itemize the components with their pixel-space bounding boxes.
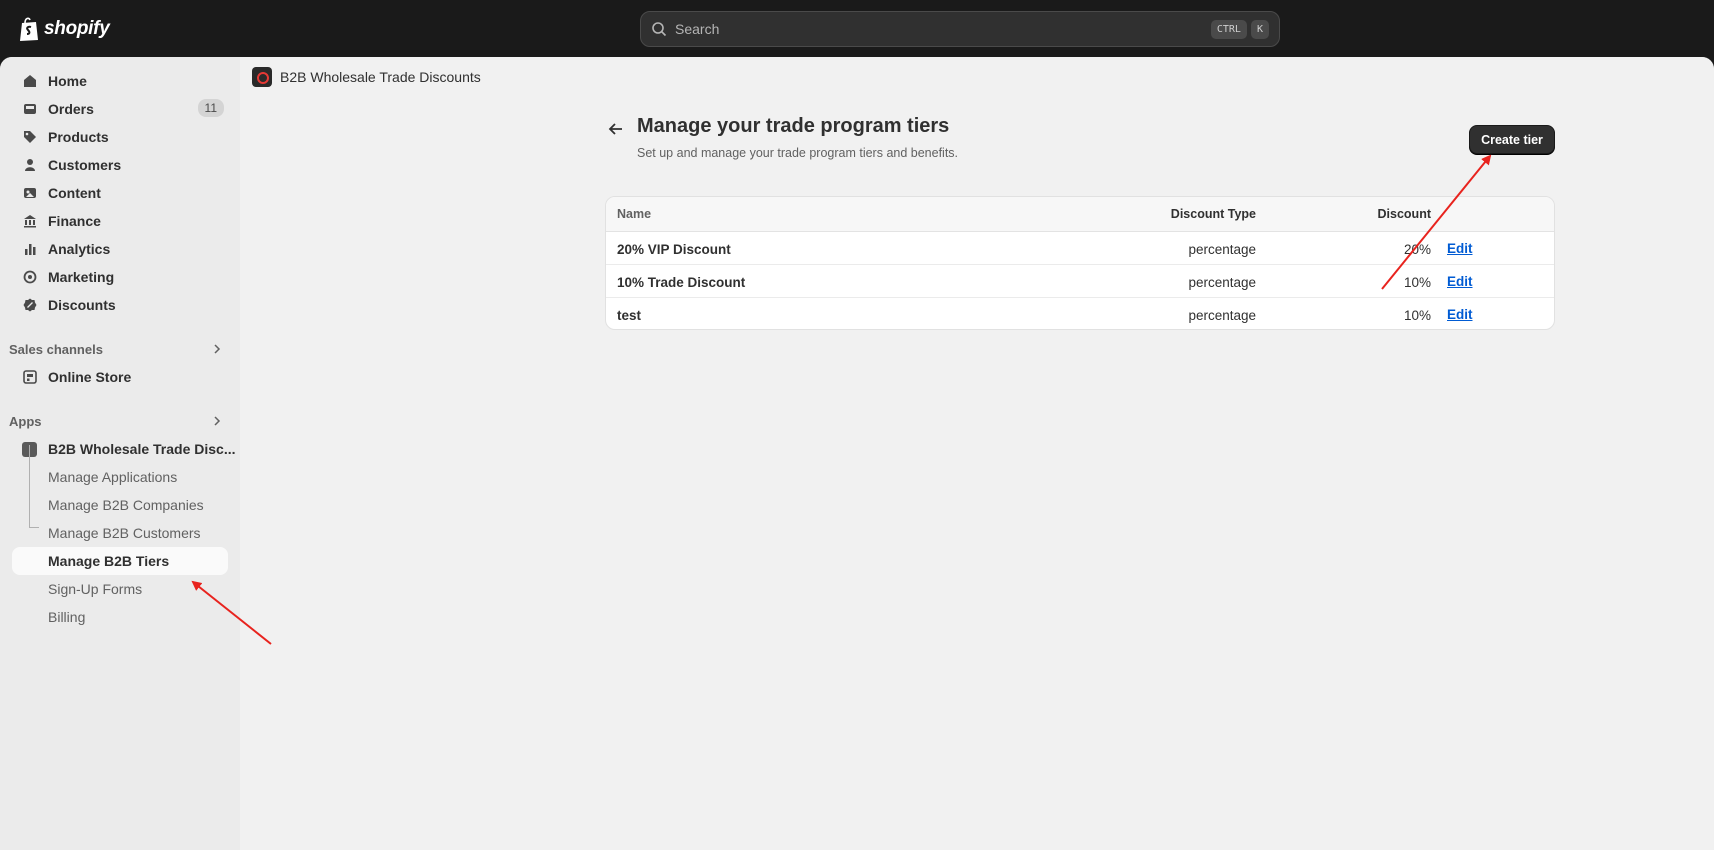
sidebar-item-orders[interactable]: Orders 11 [0,95,240,123]
sidebar-subitem-label: Manage B2B Companies [48,497,204,513]
tier-discount: 10% [1403,275,1431,290]
search-icon [652,22,667,37]
sidebar-item-products[interactable]: Products [0,123,240,151]
sidebar-item-content[interactable]: Content [0,179,240,207]
sidebar-item-home[interactable]: Home [0,67,240,95]
column-header-discount-type: Discount Type [1170,207,1256,221]
sidebar-item-b2b-app[interactable]: B2B Wholesale Trade Disc... [0,435,240,463]
app-title: B2B Wholesale Trade Discounts [280,69,481,85]
tier-discount-type: percentage [1188,242,1256,257]
tier-name: 10% Trade Discount [617,275,746,290]
discount-icon [23,298,37,312]
sidebar-item-finance[interactable]: Finance [0,207,240,235]
sidebar-subitem-label: Sign-Up Forms [48,581,143,597]
sidebar-item-label: Products [48,129,109,145]
tiers-table: Name Discount Type Discount 20% VIP Disc… [605,196,1555,330]
tier-discount: 20% [1403,242,1431,257]
bank-icon [24,215,36,228]
shopify-logo[interactable]: shopify [18,16,110,42]
person-icon [25,159,35,171]
sidebar-item-label: Orders [48,101,94,117]
chevron-right-icon [214,416,221,426]
image-icon [24,188,36,198]
sidebar-subitem-sign-up-forms[interactable]: Sign-Up Forms [0,575,240,603]
sidebar-item-label: Discounts [48,297,116,313]
section-label: Apps [9,413,42,429]
table-header: Name Discount Type Discount [606,197,1554,232]
create-tier-button[interactable]: Create tier [1469,125,1555,154]
apps-header[interactable]: Apps [0,407,240,435]
tag-icon [24,131,36,143]
sidebar-item-discounts[interactable]: Discounts [0,291,240,319]
brand-name: shopify [44,18,110,39]
search-input[interactable]: Search CTRL K [640,11,1280,47]
sidebar-item-label: B2B Wholesale Trade Disc... [48,441,236,457]
sidebar-subitem-manage-b2b-customers[interactable]: Manage B2B Customers [0,519,240,547]
target-icon [23,270,37,284]
shortcut-key-k: K [1250,19,1269,39]
sidebar-subitem-label: Manage Applications [48,469,178,485]
sidebar-item-analytics[interactable]: Analytics [0,235,240,263]
sidebar-subitem-label: Billing [48,609,86,625]
tier-name: test [617,308,642,323]
sidebar-subitem-billing[interactable]: Billing [0,603,240,631]
shopify-bag-icon [20,17,38,41]
inbox-icon [24,104,36,114]
tier-name: 20% VIP Discount [617,242,731,257]
sidebar-item-label: Marketing [48,269,115,285]
table-row: 20% VIP Discount percentage 20% Edit [606,232,1554,265]
sidebar-subitem-label: Manage B2B Customers [48,525,201,541]
sidebar-item-marketing[interactable]: Marketing [0,263,240,291]
sidebar-item-label: Content [48,185,101,201]
tier-discount-type: percentage [1188,275,1256,290]
tier-discount: 10% [1403,308,1431,323]
app-logo-icon [252,67,272,87]
sales-channels-header[interactable]: Sales channels [0,335,240,363]
table-row: test percentage 10% Edit [606,298,1554,329]
app-title-bar: B2B Wholesale Trade Discounts [252,63,481,91]
sidebar-subitem-manage-b2b-tiers[interactable]: Manage B2B Tiers [12,547,228,575]
sidebar-subitem-manage-applications[interactable]: Manage Applications [0,463,240,491]
section-label: Sales channels [9,341,103,357]
main-content: B2B Wholesale Trade Discounts Manage you… [240,57,1714,850]
table-row: 10% Trade Discount percentage 10% Edit [606,265,1554,298]
column-header-discount: Discount [1377,207,1431,221]
sidebar-item-label: Customers [48,157,122,173]
orders-count-badge: 11 [197,99,224,117]
admin-shell: Home Orders 11 Products Customers Conten… [0,57,1714,850]
sidebar-item-label: Analytics [48,241,111,257]
top-bar: shopify Search CTRL K [0,0,1714,57]
sidebar-item-label: Online Store [48,369,132,385]
sidebar-item-label: Finance [48,213,101,229]
bar-chart-icon [25,244,36,255]
page-subtitle: Set up and manage your trade program tie… [637,146,959,160]
shortcut-key-ctrl: CTRL [1210,19,1247,39]
home-icon [24,75,36,87]
search-placeholder: Search [675,21,720,37]
back-arrow-icon[interactable] [608,122,624,136]
sidebar-subitem-manage-b2b-companies[interactable]: Manage B2B Companies [0,491,240,519]
page-title: Manage your trade program tiers [637,115,950,137]
edit-link[interactable]: Edit [1447,241,1473,256]
chevron-right-icon [214,344,221,354]
sidebar: Home Orders 11 Products Customers Conten… [0,57,240,850]
sidebar-item-label: Home [48,73,87,89]
sidebar-subitem-label: Manage B2B Tiers [48,553,170,569]
tier-discount-type: percentage [1188,308,1256,323]
sidebar-item-online-store[interactable]: Online Store [0,363,240,391]
edit-link[interactable]: Edit [1447,274,1473,289]
column-header-name: Name [617,207,652,221]
sidebar-item-customers[interactable]: Customers [0,151,240,179]
edit-link[interactable]: Edit [1447,307,1473,322]
store-icon [23,370,37,384]
